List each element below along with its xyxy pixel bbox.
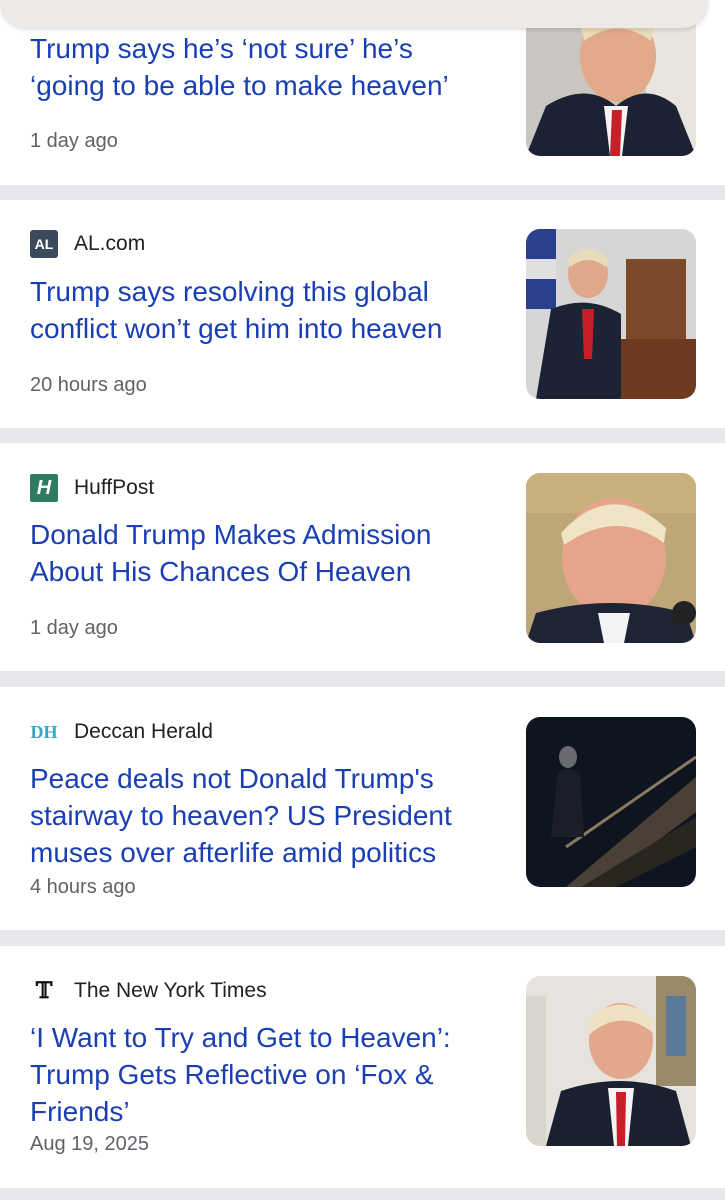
al-logo-icon: AL bbox=[30, 230, 58, 258]
deccan-herald-logo-icon: DH bbox=[30, 718, 58, 746]
news-card[interactable]: DH Deccan Herald Peace deals not Donald … bbox=[0, 687, 725, 930]
headline-line: Peace deals not Donald Trump's bbox=[30, 763, 434, 794]
article-headline[interactable]: Trump says he’s ‘not sure’ he’s ‘going t… bbox=[30, 30, 500, 104]
news-card[interactable]: 𝕋 The New York Times ‘I Want to Try and … bbox=[0, 946, 725, 1188]
news-card[interactable]: AL AL.com Trump says resolving this glob… bbox=[0, 200, 725, 428]
article-thumbnail[interactable] bbox=[526, 473, 696, 643]
logo-text: DH bbox=[30, 721, 58, 742]
article-headline[interactable]: Peace deals not Donald Trump's stairway … bbox=[30, 760, 500, 871]
article-thumbnail[interactable] bbox=[526, 976, 696, 1146]
source-name: Deccan Herald bbox=[74, 720, 213, 743]
article-time: 20 hours ago bbox=[30, 374, 147, 396]
headline-line: Trump says he’s ‘not sure’ he’s bbox=[30, 33, 413, 64]
source-row: H HuffPost bbox=[30, 474, 154, 502]
headline-line: Trump says resolving this global bbox=[30, 276, 429, 307]
logo-text: 𝕋 bbox=[35, 978, 53, 1004]
headline-line: muses over afterlife amid politics bbox=[30, 837, 437, 868]
source-row: AL AL.com bbox=[30, 230, 145, 258]
source-row: 𝕋 The New York Times bbox=[30, 977, 267, 1005]
article-time: 4 hours ago bbox=[30, 876, 136, 898]
logo-text: H bbox=[36, 476, 52, 499]
article-headline[interactable]: Donald Trump Makes Admission About His C… bbox=[30, 516, 500, 590]
article-thumbnail[interactable] bbox=[526, 717, 696, 887]
source-row: DH Deccan Herald bbox=[30, 718, 213, 746]
top-overlay-bar bbox=[0, 0, 708, 28]
source-name: AL.com bbox=[74, 232, 146, 255]
article-time: 1 day ago bbox=[30, 617, 118, 639]
article-headline[interactable]: Trump says resolving this global conflic… bbox=[30, 273, 500, 347]
article-time: 1 day ago bbox=[30, 130, 118, 152]
source-name: HuffPost bbox=[74, 476, 155, 499]
headline-line: ‘I Want to Try and Get to Heaven’: bbox=[30, 1022, 451, 1053]
source-name: The New York Times bbox=[74, 979, 267, 1002]
headline-line: Friends’ bbox=[30, 1096, 130, 1127]
logo-text: AL bbox=[34, 236, 54, 252]
headline-line: Donald Trump Makes Admission bbox=[30, 519, 432, 550]
nyt-logo-icon: 𝕋 bbox=[30, 977, 58, 1005]
huffpost-logo-icon: H bbox=[30, 474, 58, 502]
article-time: Aug 19, 2025 bbox=[30, 1133, 149, 1155]
headline-line: conflict won’t get him into heaven bbox=[30, 313, 443, 344]
headline-line: stairway to heaven? US President bbox=[30, 800, 452, 831]
headline-line: Trump Gets Reflective on ‘Fox & bbox=[30, 1059, 434, 1090]
headline-line: ‘going to be able to make heaven’ bbox=[30, 70, 449, 101]
article-headline[interactable]: ‘I Want to Try and Get to Heaven’: Trump… bbox=[30, 1019, 500, 1130]
article-thumbnail[interactable] bbox=[526, 229, 696, 399]
news-card[interactable]: H HuffPost Donald Trump Makes Admission … bbox=[0, 443, 725, 671]
headline-line: About His Chances Of Heaven bbox=[30, 556, 412, 587]
